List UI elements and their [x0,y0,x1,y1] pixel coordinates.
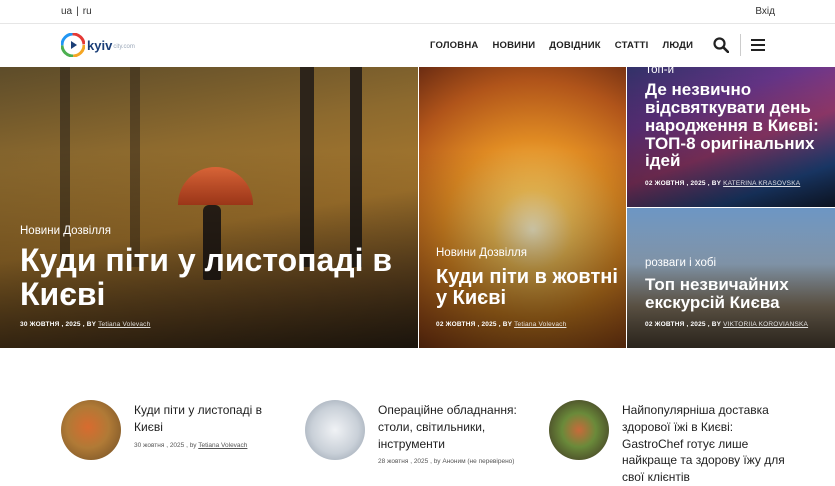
article-title[interactable]: Куди піти у листопаді в Києві [134,402,291,436]
card-meta: 02 ЖОВТНЯ , 2025 , BY KATERINA KRASOVSKA [645,180,800,187]
article-meta: 30 жовтня , 2025 , by Tetiana Volevach [134,442,291,449]
nav-item-directory[interactable]: ДОВІДНИК [549,40,601,51]
nav-divider [740,34,741,56]
logo-subtext: city.com [113,44,135,50]
lang-separator: | [76,6,79,17]
language-switcher: ua | ru [61,6,92,17]
list-item[interactable]: Операційне обладнання: столи, світильник… [305,378,545,465]
card-date: 30 ЖОВТНЯ , 2025 , BY [20,321,97,328]
featured-grid: Новини Дозвілля Куди піти у листопаді в … [0,67,835,348]
article-title[interactable]: Операційне обладнання: столи, світильник… [378,402,545,452]
card-author[interactable]: KATERINA KRASOVSKA [723,180,800,187]
logo-icon [61,33,85,57]
card-date: 02 ЖОВТНЯ , 2025 , BY [645,180,722,187]
card-title[interactable]: Куди піти в жовтні у Києві [436,267,621,309]
card-title[interactable]: Куди піти у листопаді в Києві [20,243,410,311]
search-icon[interactable] [713,37,729,53]
lang-ru-link[interactable]: ru [83,6,92,17]
article-date: 28 жовтня , 2025 , by Аноним (не перевір… [378,458,515,466]
article-thumbnail[interactable] [61,400,121,460]
card-author[interactable]: Tetiana Volevach [514,321,566,328]
article-author[interactable]: Tetiana Volevach [198,442,247,449]
main-menu: ГОЛОВНА НОВИНИ ДОВІДНИК СТАТТІ ЛЮДИ [430,40,707,51]
card-category[interactable]: Новини Дозвілля [20,225,111,237]
article-thumbnail[interactable] [305,400,365,460]
article-list: Куди піти у листопаді в Києві 30 жовтня … [0,378,835,484]
article-date: 30 жовтня , 2025 , by [134,441,197,449]
card-category[interactable]: розваги і хобі [645,257,716,269]
nav-item-articles[interactable]: СТАТТІ [615,40,649,51]
nav-item-home[interactable]: ГОЛОВНА [430,40,478,51]
nav-item-news[interactable]: НОВИНИ [492,40,535,51]
hamburger-menu-icon[interactable] [751,39,765,51]
lang-ua-link[interactable]: ua [61,6,72,17]
featured-card-2[interactable]: Новини Дозвілля Куди піти в жовтні у Киє… [419,67,626,348]
card-category[interactable]: Топ-и [645,67,674,76]
article-title[interactable]: Найпопулярніша доставка здорової їжі в К… [622,402,789,486]
list-item[interactable]: Куди піти у листопаді в Києві 30 жовтня … [61,378,291,460]
card-meta: 02 ЖОВТНЯ , 2025 , BY Tetiana Volevach [436,321,566,328]
featured-card-3[interactable]: Топ-и Де незвично відсвяткувати день нар… [627,67,835,207]
card-author[interactable]: Tetiana Volevach [98,321,150,328]
site-logo[interactable]: kyiv city.com [61,32,135,58]
featured-card-4[interactable]: розваги і хобі Топ незвичайних екскурсій… [627,208,835,348]
card-title[interactable]: Топ незвичайних екскурсій Києва [645,276,830,312]
nav-item-people[interactable]: ЛЮДИ [662,40,693,51]
card-title[interactable]: Де незвично відсвяткувати день народженн… [645,81,830,170]
card-meta: 30 ЖОВТНЯ , 2025 , BY Tetiana Volevach [20,321,150,328]
card-category[interactable]: Новини Дозвілля [436,247,527,259]
login-link[interactable]: Вхід [755,6,775,17]
card-meta: 02 ЖОВТНЯ , 2025 , BY VIKTORIIA KOROVIAN… [645,321,808,328]
article-thumbnail[interactable] [549,400,609,460]
list-item[interactable]: Найпопулярніша доставка здорової їжі в К… [549,378,789,486]
top-bar: ua | ru Вхід [0,0,835,24]
card-date: 02 ЖОВТНЯ , 2025 , BY [645,321,722,328]
article-meta: 28 жовтня , 2025 , by Аноним (не перевір… [378,458,545,465]
article-text: Найпопулярніша доставка здорової їжі в К… [622,402,789,486]
card-author[interactable]: VIKTORIIA KOROVIANSKA [723,321,808,328]
logo-text: kyiv [87,37,113,53]
card-date: 02 ЖОВТНЯ , 2025 , BY [436,321,513,328]
article-text: Операційне обладнання: столи, світильник… [378,402,545,465]
featured-card-1[interactable]: Новини Дозвілля Куди піти у листопаді в … [0,67,418,348]
main-navbar: kyiv city.com ГОЛОВНА НОВИНИ ДОВІДНИК СТ… [0,24,835,67]
article-text: Куди піти у листопаді в Києві 30 жовтня … [134,402,291,460]
